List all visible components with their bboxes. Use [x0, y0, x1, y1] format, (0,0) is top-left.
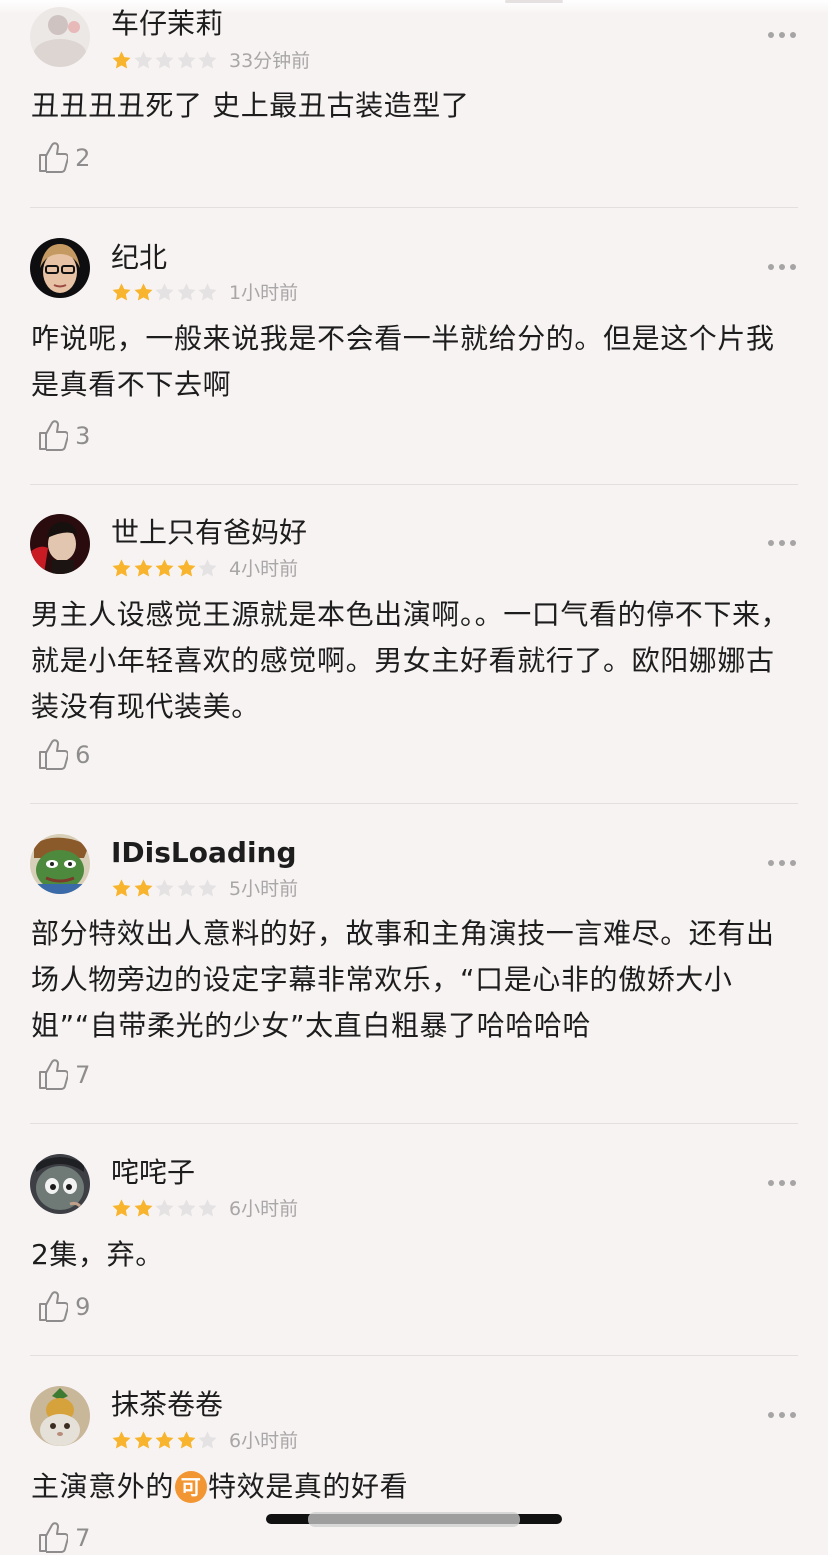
star-empty-icon [176, 1199, 196, 1217]
star-filled-icon [112, 283, 131, 301]
watermark-blur [308, 1512, 520, 1527]
star-filled-icon [112, 559, 131, 577]
star-empty-icon [155, 51, 174, 69]
timestamp: 4小时前 [229, 558, 299, 580]
star-empty-icon [198, 283, 217, 301]
emoji-ke-icon: 可 [175, 1471, 208, 1503]
like-count: 7 [75, 1061, 91, 1089]
avatar[interactable] [30, 514, 90, 574]
thumbs-up-icon [39, 420, 68, 451]
review-text: 丑丑丑丑死了 史上最丑古装造型了 [31, 89, 470, 122]
star-empty-icon [155, 283, 174, 301]
review-text: 咋说呢，一般来说我是不会看一半就给分的。但是这个片我是真看不下去啊 [31, 322, 775, 401]
more-dots-icon[interactable] [766, 538, 798, 548]
divider [30, 1123, 798, 1124]
star-filled-icon [133, 559, 153, 577]
star-filled-icon [133, 879, 153, 897]
avatar[interactable] [30, 1154, 90, 1214]
like-button[interactable]: 2 [38, 141, 90, 175]
star-empty-icon [198, 1431, 217, 1449]
more-dots-icon[interactable] [766, 1178, 798, 1188]
like-button[interactable]: 7 [38, 1521, 90, 1555]
timestamp: 6小时前 [229, 1198, 299, 1220]
review-text-part: 特效是真的好看 [208, 1470, 409, 1503]
review-text: 部分特效出人意料的好，故事和主角演技一言难尽。还有出场人物旁边的设定字幕非常欢乐… [31, 917, 775, 1042]
star-filled-icon [133, 1199, 153, 1217]
star-filled-icon [112, 1431, 131, 1449]
more-dots-icon[interactable] [766, 858, 798, 868]
thumbs-up-icon [39, 1291, 68, 1322]
more-dots-icon[interactable] [766, 1410, 798, 1420]
timestamp: 33分钟前 [229, 50, 311, 72]
star-empty-icon [155, 1199, 174, 1217]
star-filled-icon [112, 1199, 131, 1217]
star-empty-icon [198, 1199, 217, 1217]
username[interactable]: 车仔茉莉 [111, 6, 223, 42]
like-button[interactable]: 7 [38, 1058, 90, 1092]
divider [30, 207, 798, 208]
avatar[interactable] [30, 834, 90, 894]
star-rating [111, 558, 219, 580]
star-empty-icon [176, 879, 196, 897]
timestamp: 1小时前 [229, 282, 299, 304]
review-text: 2集，弃。 [31, 1238, 164, 1271]
star-filled-icon [176, 1431, 196, 1449]
more-dots-icon[interactable] [766, 30, 798, 40]
like-button[interactable]: 6 [38, 738, 90, 772]
review-text-part: 主演意外的 [31, 1470, 175, 1503]
avatar[interactable] [30, 7, 90, 67]
review-text: 主演意外的可特效是真的好看 [31, 1464, 803, 1510]
star-rating [111, 878, 219, 900]
star-filled-icon [133, 1431, 153, 1449]
like-count: 3 [75, 422, 91, 450]
like-count: 6 [75, 741, 91, 769]
avatar[interactable] [30, 1386, 90, 1446]
star-empty-icon [176, 51, 196, 69]
star-rating [111, 1198, 219, 1220]
username[interactable]: 纪北 [111, 240, 167, 276]
star-filled-icon [155, 559, 174, 577]
star-filled-icon [133, 283, 153, 301]
thumbs-up-icon [39, 1522, 68, 1553]
username[interactable]: IDisLoading [111, 835, 297, 871]
divider [30, 803, 798, 804]
username[interactable]: 咤咤子 [111, 1155, 195, 1191]
star-filled-icon [112, 879, 131, 897]
review-text: 男主人设感觉王源就是本色出演啊。。一口气看的停不下来，就是小年轻喜欢的感觉啊。男… [31, 598, 790, 723]
star-filled-icon [112, 51, 131, 69]
star-empty-icon [198, 879, 217, 897]
thumbs-up-icon [39, 1059, 68, 1090]
timestamp: 5小时前 [229, 878, 299, 900]
thumbs-up-icon [39, 142, 68, 173]
star-empty-icon [176, 283, 196, 301]
star-empty-icon [133, 51, 153, 69]
timestamp: 6小时前 [229, 1430, 299, 1452]
star-rating [111, 282, 219, 304]
divider [30, 484, 798, 485]
star-rating [111, 1430, 219, 1452]
more-dots-icon[interactable] [766, 262, 798, 272]
star-empty-icon [155, 879, 174, 897]
avatar[interactable] [30, 238, 90, 298]
like-count: 7 [75, 1524, 91, 1552]
like-button[interactable]: 3 [38, 419, 90, 453]
like-count: 9 [75, 1293, 91, 1321]
star-filled-icon [155, 1431, 174, 1449]
star-rating [111, 50, 219, 72]
thumbs-up-icon [39, 739, 68, 770]
username[interactable]: 抹茶卷卷 [111, 1387, 223, 1423]
like-button[interactable]: 9 [38, 1290, 90, 1324]
divider [30, 1355, 798, 1356]
username[interactable]: 世上只有爸妈好 [111, 515, 307, 551]
star-filled-icon [176, 559, 196, 577]
top-handle [505, 0, 563, 3]
star-empty-icon [198, 51, 217, 69]
star-empty-icon [198, 559, 217, 577]
like-count: 2 [75, 144, 91, 172]
